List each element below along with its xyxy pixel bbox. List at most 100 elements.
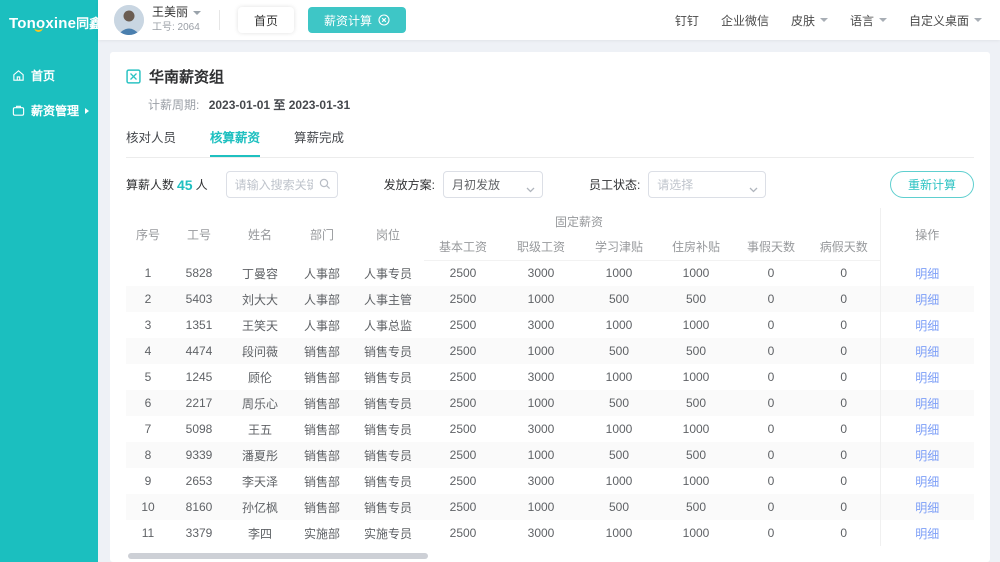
table-cell: 1000 [580,312,658,338]
table-cell: 3379 [170,520,228,546]
col-header: 事假天数 [734,234,808,260]
table-cell-action: 明细 [880,416,974,442]
col-header: 学习津贴 [580,234,658,260]
col-header: 序号 [126,208,170,260]
table-cell: 2500 [424,416,502,442]
table-cell: 5 [126,364,170,390]
topbar-menu-item[interactable]: 语言 [850,12,887,29]
table-cell: 1 [126,260,170,286]
col-header: 操作 [880,208,974,260]
close-icon[interactable] [378,14,390,26]
table-cell: 段问薇 [228,338,292,364]
table-cell: 人事总监 [352,312,424,338]
table-cell: 2500 [424,494,502,520]
avatar[interactable] [114,5,144,35]
topbar-menu-item[interactable]: 钉钉 [675,12,699,29]
table-cell: 0 [734,494,808,520]
briefcase-icon [12,104,25,117]
table-cell: 0 [734,260,808,286]
detail-link[interactable]: 明细 [915,527,939,541]
detail-link[interactable]: 明细 [915,293,939,307]
user-menu[interactable]: 王美丽 [152,6,201,20]
table-cell: 1000 [658,260,734,286]
table-cell: 销售部 [292,364,352,390]
table-cell: 2500 [424,520,502,546]
table-cell: 5828 [170,260,228,286]
table-body: 15828丁曼容人事部人事专员250030001000100000明细25403… [126,260,974,546]
table-cell: 2500 [424,338,502,364]
scrollbar-thumb[interactable] [128,553,428,559]
session-tab-payroll-calc[interactable]: 薪资计算 [308,7,406,33]
table-header-group-row: 序号 工号 姓名 部门 岗位 固定薪资 操作 [126,208,974,234]
count-value: 45 [177,177,193,193]
topbar-menu-label: 钉钉 [675,12,699,29]
table-cell: 1000 [658,312,734,338]
table-cell: 销售专员 [352,494,424,520]
payroll-card: 华南薪资组 计薪周期: 2023-01-01 至 2023-01-31 核对人员… [110,52,990,562]
table-row: 44474段问薇销售部销售专员2500100050050000明细 [126,338,974,364]
detail-link[interactable]: 明细 [915,319,939,333]
topbar-menu-item[interactable]: 皮肤 [791,12,828,29]
table-cell: 0 [808,260,880,286]
session-tab-home[interactable]: 首页 [238,7,294,33]
table-cell: 500 [658,442,734,468]
table-cell: 人事专员 [352,260,424,286]
detail-link[interactable]: 明细 [915,501,939,515]
count-unit: 人 [196,176,208,193]
col-header: 工号 [170,208,228,260]
table-cell: 销售部 [292,468,352,494]
col-header: 姓名 [228,208,292,260]
topbar-menu-label: 皮肤 [791,12,815,29]
plan-label: 发放方案: [384,176,435,193]
detail-link[interactable]: 明细 [915,371,939,385]
table-cell: 李四 [228,520,292,546]
table-cell: 2 [126,286,170,312]
detail-link[interactable]: 明细 [915,423,939,437]
status-select[interactable]: 请选择 [648,171,766,198]
salary-table: 序号 工号 姓名 部门 岗位 固定薪资 操作 基本工资 职级工资 [126,208,974,546]
table-row: 51245顾伦销售部销售专员250030001000100000明细 [126,364,974,390]
tab-calc-complete[interactable]: 算薪完成 [294,127,344,157]
table-cell: 销售专员 [352,364,424,390]
table-cell: 销售专员 [352,416,424,442]
detail-link[interactable]: 明细 [915,397,939,411]
detail-link[interactable]: 明细 [915,449,939,463]
table-cell: 2500 [424,468,502,494]
table-cell: 销售专员 [352,338,424,364]
table-cell: 3000 [502,312,580,338]
plan-select[interactable]: 月初发放 [443,171,543,198]
recalculate-button[interactable]: 重新计算 [890,171,974,198]
topbar-menu-item[interactable]: 企业微信 [721,12,769,29]
chevron-down-icon [526,182,535,196]
workflow-tabs: 核对人员 核算薪资 算薪完成 [126,127,974,158]
sidebar-item-home[interactable]: 首页 [0,58,98,93]
table-cell: 销售专员 [352,468,424,494]
detail-link[interactable]: 明细 [915,345,939,359]
table-cell: 销售部 [292,442,352,468]
detail-link[interactable]: 明细 [915,267,939,281]
table-cell: 9 [126,468,170,494]
topbar-menu-item[interactable]: 自定义桌面 [909,12,982,29]
table-cell: 0 [808,312,880,338]
table-cell: 3 [126,312,170,338]
chevron-down-icon [193,11,201,15]
status-select-value: 请选择 [657,176,693,193]
topbar-menu-label: 自定义桌面 [909,12,969,29]
tab-calculate-salary[interactable]: 核算薪资 [210,127,260,157]
table-cell: 500 [580,338,658,364]
table-cell: 1000 [502,286,580,312]
table-cell: 刘大大 [228,286,292,312]
detail-link[interactable]: 明细 [915,475,939,489]
table-cell: 潘夏彤 [228,442,292,468]
table-cell: 1000 [658,416,734,442]
sidebar-item-payroll[interactable]: 薪资管理 [0,93,98,128]
table-row: 25403刘大大人事部人事主管2500100050050000明细 [126,286,974,312]
tab-verify-staff[interactable]: 核对人员 [126,127,176,157]
table-cell: 500 [658,338,734,364]
table-cell: 销售专员 [352,390,424,416]
chevron-down-icon [879,18,887,22]
table-cell: 8 [126,442,170,468]
table-cell: 人事部 [292,286,352,312]
table-cell: 1000 [580,468,658,494]
table-row: 31351王笑天人事部人事总监250030001000100000明细 [126,312,974,338]
